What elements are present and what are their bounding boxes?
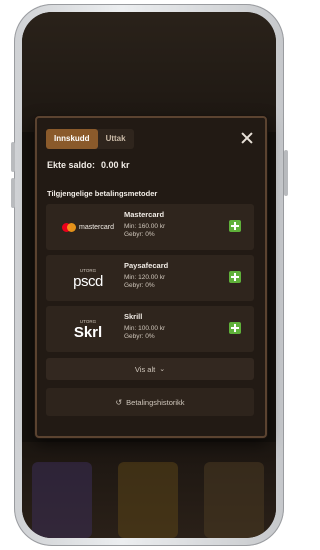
skrill-logo: UTORG Skrl bbox=[54, 310, 122, 348]
tab-deposit[interactable]: Innskudd bbox=[46, 129, 98, 149]
phone-power-button bbox=[284, 150, 288, 196]
history-label: Betalingshistorikk bbox=[126, 397, 185, 407]
payment-history-button[interactable]: ↺ Betalingshistorikk bbox=[46, 388, 254, 416]
real-balance: Ekte saldo: 0.00 kr bbox=[47, 160, 136, 170]
mastercard-logo: mastercard bbox=[54, 208, 122, 246]
method-fee: Gebyr: 0% bbox=[124, 231, 155, 238]
method-min: Min: 120.00 kr bbox=[124, 274, 166, 281]
tab-withdraw[interactable]: Uttak bbox=[98, 129, 134, 149]
section-title: Tilgjengelige betalingsmetoder bbox=[47, 189, 158, 198]
phone-volume-button bbox=[11, 178, 15, 208]
game-tile bbox=[32, 462, 92, 538]
logo-text: Skrl bbox=[73, 323, 103, 341]
chevron-down-icon: ⌄ bbox=[159, 366, 166, 373]
show-all-label: Vis alt bbox=[134, 364, 156, 374]
balance-label: Ekte saldo: bbox=[47, 160, 96, 170]
show-all-button[interactable]: Vis alt ⌄ bbox=[46, 358, 254, 380]
payment-method-mastercard[interactable]: mastercard Mastercard Min: 160.00 kr Geb… bbox=[46, 204, 254, 250]
payment-method-skrill[interactable]: UTORG Skrl Skrill Min: 100.00 kr Gebyr: … bbox=[46, 306, 254, 352]
phone-volume-button bbox=[11, 142, 15, 172]
payment-modal: Innskudd Uttak Ekte saldo: 0.00 kr Tilgje… bbox=[35, 116, 267, 438]
payment-method-paysafecard[interactable]: UTORG pscd Paysafecard Min: 120.00 kr Ge… bbox=[46, 255, 254, 301]
brand-tag: UTORG bbox=[79, 267, 97, 273]
balance-value: 0.00 kr bbox=[101, 160, 130, 170]
method-fee: Gebyr: 0% bbox=[124, 282, 155, 289]
logo-text: mastercard bbox=[78, 223, 114, 231]
tab-bar: Innskudd Uttak bbox=[46, 129, 134, 149]
method-name: Paysafecard bbox=[124, 261, 169, 270]
history-icon: ↺ bbox=[115, 397, 123, 407]
brand-tag: UTORG bbox=[79, 318, 97, 324]
plus-icon[interactable] bbox=[229, 220, 241, 232]
method-name: Skrill bbox=[124, 312, 143, 321]
method-min: Min: 100.00 kr bbox=[124, 325, 166, 332]
plus-icon[interactable] bbox=[229, 322, 241, 334]
game-tile bbox=[118, 462, 178, 538]
plus-icon[interactable] bbox=[229, 271, 241, 283]
method-min: Min: 160.00 kr bbox=[124, 223, 166, 230]
method-fee: Gebyr: 0% bbox=[124, 333, 155, 340]
game-tile bbox=[204, 462, 264, 538]
background-header bbox=[22, 12, 276, 132]
method-name: Mastercard bbox=[124, 210, 165, 219]
logo-text: pscd bbox=[73, 272, 103, 290]
close-icon[interactable] bbox=[241, 132, 253, 144]
paysafecard-logo: UTORG pscd bbox=[54, 259, 122, 297]
